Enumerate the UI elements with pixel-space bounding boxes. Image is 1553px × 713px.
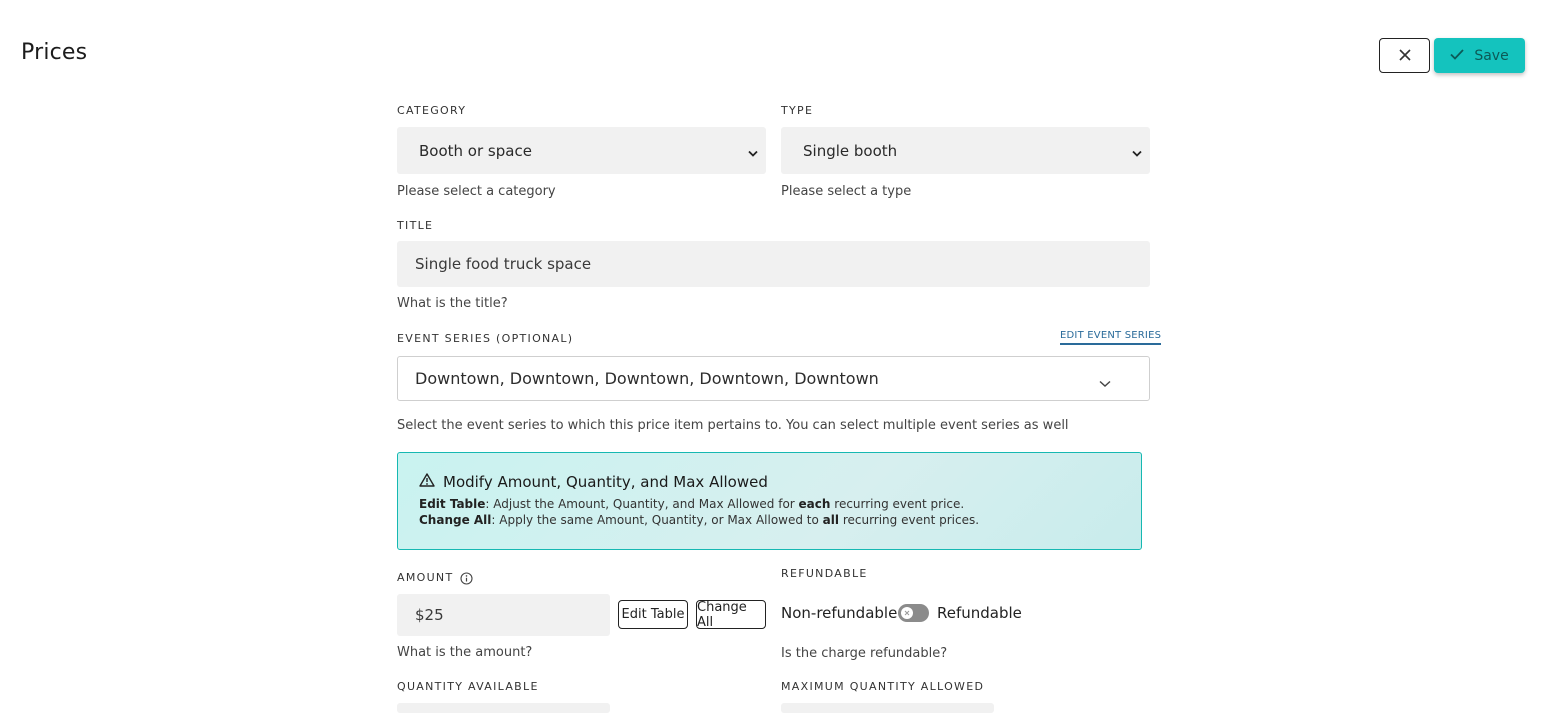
title-helper: What is the title? [397,296,508,311]
event-series-value: Downtown, Downtown, Downtown, Downtown, … [415,369,879,388]
edit-event-series-link[interactable]: EDIT EVENT SERIES [1060,330,1162,345]
event-series-label: EVENT SERIES (OPTIONAL) [397,332,574,345]
alert-line-change-all: Change All: Apply the same Amount, Quant… [419,513,980,527]
toggle-knob [901,607,913,619]
event-series-helper: Select the event series to which this pr… [397,418,1069,433]
max-quantity-label: MAXIMUM QUANTITY ALLOWED [781,680,985,693]
category-label: CATEGORY [397,104,467,117]
event-series-select[interactable]: Downtown, Downtown, Downtown, Downtown, … [397,356,1150,401]
amount-input[interactable]: $25 [397,594,610,636]
refundable-helper: Is the charge refundable? [781,646,948,661]
type-select[interactable]: Single booth [781,127,1150,174]
quantity-label: QUANTITY AVAILABLE [397,680,539,693]
change-all-button[interactable]: Change All [696,600,766,630]
refundable-on-label: Refundable [937,604,1022,622]
close-button[interactable] [1379,38,1430,73]
category-value: Booth or space [419,141,532,160]
type-label: TYPE [781,104,814,117]
non-refundable-label: Non-refundable [781,604,898,622]
title-value: Single food truck space [415,255,592,273]
refundable-label: REFUNDABLE [781,567,868,580]
amount-value: $25 [415,606,444,624]
title-label: TITLE [397,219,434,232]
quantity-input[interactable] [397,703,610,713]
amount-helper: What is the amount? [397,645,533,660]
info-alert: Modify Amount, Quantity, and Max Allowed… [397,452,1142,550]
save-button[interactable]: Save [1434,38,1525,73]
amount-label: AMOUNT [397,571,454,584]
category-helper: Please select a category [397,184,556,199]
title-input[interactable]: Single food truck space [397,241,1150,287]
type-helper: Please select a type [781,184,912,199]
chevron-down-icon [1099,373,1111,392]
edit-table-button[interactable]: Edit Table [618,600,688,629]
info-icon[interactable] [460,570,473,589]
page-title: Prices [21,40,88,65]
alert-line-edit-table: Edit Table: Adjust the Amount, Quantity,… [419,497,965,511]
check-icon [1450,48,1464,64]
save-label: Save [1474,47,1509,64]
chevron-down-icon [748,144,758,162]
category-select[interactable]: Booth or space [397,127,766,174]
max-quantity-input[interactable] [781,703,994,713]
type-value: Single booth [803,141,898,160]
chevron-down-icon [1132,144,1142,162]
alert-title: Modify Amount, Quantity, and Max Allowed [443,473,768,491]
alert-heading: Modify Amount, Quantity, and Max Allowed [419,473,768,491]
warning-icon [419,473,435,491]
refundable-toggle[interactable] [898,604,929,622]
close-icon [1398,46,1411,65]
